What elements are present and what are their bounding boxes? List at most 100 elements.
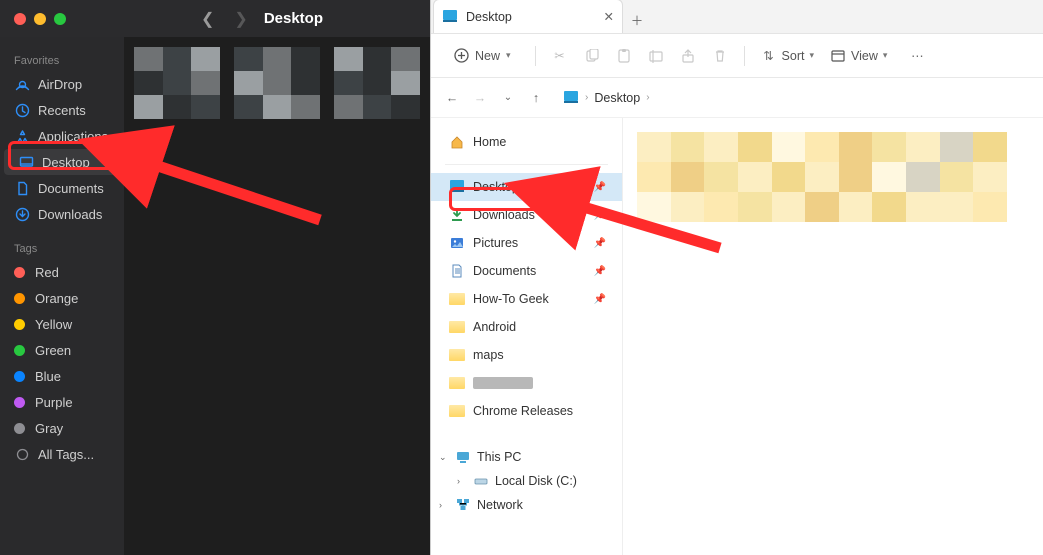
paste-icon[interactable] <box>616 48 632 64</box>
tag-label: Red <box>35 265 59 280</box>
share-icon[interactable] <box>680 48 696 64</box>
mac-sidebar: Favorites AirDropRecentsApplicationsDesk… <box>0 37 124 555</box>
nav-up-button[interactable]: ↑ <box>529 91 543 105</box>
document-icon <box>449 263 465 279</box>
tag-label: All Tags... <box>38 447 94 462</box>
chevron-down-icon: ▾ <box>883 50 888 61</box>
sidebar-item-recents[interactable]: Recents <box>0 97 124 123</box>
minimize-window-button[interactable] <box>34 13 46 25</box>
chevron-right-icon: › <box>457 476 467 486</box>
chevron-down-icon: ⌄ <box>439 452 449 463</box>
address-bar-row: ← → ⌄ ↑ › Desktop › <box>431 78 1043 118</box>
tag-label: Blue <box>35 369 61 384</box>
tag-color-icon <box>14 293 25 304</box>
sidebar-item-home[interactable]: Home <box>431 128 622 156</box>
mac-titlebar: ❮ ❯ Desktop <box>0 0 430 37</box>
file-thumbnail[interactable] <box>234 47 320 119</box>
tag-color-icon <box>14 423 25 434</box>
sidebar-item-desktop[interactable]: Desktop <box>4 149 120 175</box>
sidebar-item-airdrop[interactable]: AirDrop <box>0 71 124 97</box>
sidebar-label: Local Disk (C:) <box>495 474 577 488</box>
tag-item-blue[interactable]: Blue <box>0 363 124 389</box>
nav-forward-button[interactable]: ❯ <box>234 9 247 29</box>
sidebar-item-maps[interactable]: maps <box>431 341 622 369</box>
chevron-right-icon: › <box>646 92 649 103</box>
new-tab-button[interactable]: ＋ <box>623 5 651 33</box>
tag-color-icon <box>14 371 25 382</box>
home-icon <box>449 134 465 150</box>
folder-icon <box>449 375 465 391</box>
tag-item-alltags[interactable]: All Tags... <box>0 441 124 467</box>
pin-icon: 📌 <box>594 182 606 193</box>
pc-icon <box>455 449 471 465</box>
tag-item-yellow[interactable]: Yellow <box>0 311 124 337</box>
view-label: View <box>851 49 878 63</box>
desktop-icon <box>449 179 465 195</box>
tag-item-green[interactable]: Green <box>0 337 124 363</box>
breadcrumb-item[interactable]: Desktop <box>594 91 640 105</box>
close-tab-button[interactable]: ✕ <box>604 9 614 24</box>
pin-icon: 📌 <box>594 210 606 221</box>
nav-recent-button[interactable]: ⌄ <box>501 92 515 103</box>
download-icon <box>14 206 30 222</box>
tag-label: Orange <box>35 291 78 306</box>
new-button[interactable]: New ▾ <box>445 44 519 68</box>
close-window-button[interactable] <box>14 13 26 25</box>
clock-icon <box>14 102 30 118</box>
file-thumbnail[interactable] <box>334 47 420 119</box>
tag-item-orange[interactable]: Orange <box>0 285 124 311</box>
sidebar-label: Chrome Releases <box>473 404 573 418</box>
plus-circle-icon <box>453 48 469 64</box>
view-icon <box>830 48 846 64</box>
folder-icon <box>449 347 465 363</box>
sidebar-item-applications[interactable]: Applications <box>0 123 124 149</box>
sidebar-item-thispc[interactable]: ⌄ This PC <box>431 445 622 469</box>
new-label: New <box>475 49 500 63</box>
nav-forward-button[interactable]: → <box>473 91 487 105</box>
cut-icon[interactable]: ✂ <box>552 48 568 64</box>
maximize-window-button[interactable] <box>54 13 66 25</box>
tags-heading: Tags <box>0 237 124 259</box>
sidebar-item-android[interactable]: Android <box>431 313 622 341</box>
rename-icon[interactable] <box>648 48 664 64</box>
more-button[interactable]: ⋯ <box>909 48 925 64</box>
sidebar-item-downloads[interactable]: Downloads📌 <box>431 201 622 229</box>
sort-label: Sort <box>782 49 805 63</box>
nav-back-button[interactable]: ← <box>445 91 459 105</box>
sidebar-item-localdisk[interactable]: › Local Disk (C:) <box>431 469 622 493</box>
sidebar-item-how-to-geek[interactable]: How-To Geek📌 <box>431 285 622 313</box>
sidebar-item-downloads[interactable]: Downloads <box>0 201 124 227</box>
tag-item-red[interactable]: Red <box>0 259 124 285</box>
sidebar-item-network[interactable]: › Network <box>431 493 622 517</box>
breadcrumb[interactable]: › Desktop › <box>557 84 1029 112</box>
tag-color-icon <box>14 267 25 278</box>
sidebar-item-pictures[interactable]: Pictures📌 <box>431 229 622 257</box>
sidebar-item-chrome-releases[interactable]: Chrome Releases <box>431 397 622 425</box>
win-content-area <box>623 118 1043 555</box>
window-title: Desktop <box>264 10 323 27</box>
nav-back-button[interactable]: ❮ <box>201 9 214 29</box>
delete-icon[interactable] <box>712 48 728 64</box>
sidebar-item-blurred[interactable] <box>431 369 622 397</box>
tag-item-purple[interactable]: Purple <box>0 389 124 415</box>
airdrop-icon <box>14 76 30 92</box>
sidebar-label: Android <box>473 320 516 334</box>
sidebar-label: Desktop <box>473 180 519 194</box>
sidebar-item-documents[interactable]: Documents <box>0 175 124 201</box>
sidebar-label: AirDrop <box>38 77 82 92</box>
file-thumbnail[interactable] <box>637 132 1007 222</box>
sidebar-label: Recents <box>38 103 86 118</box>
chevron-down-icon: ▾ <box>506 50 511 61</box>
sidebar-item-desktop[interactable]: Desktop 📌 <box>431 173 622 201</box>
sort-button[interactable]: ⇅ Sort ▾ <box>761 48 814 64</box>
sidebar-label: Applications <box>38 129 108 144</box>
sidebar-item-documents[interactable]: Documents📌 <box>431 257 622 285</box>
copy-icon[interactable] <box>584 48 600 64</box>
tag-item-gray[interactable]: Gray <box>0 415 124 441</box>
network-icon <box>455 497 471 513</box>
file-thumbnail[interactable] <box>134 47 220 119</box>
tag-color-icon <box>14 319 25 330</box>
tab-desktop[interactable]: Desktop ✕ <box>433 0 623 33</box>
pin-icon: 📌 <box>594 266 606 277</box>
view-button[interactable]: View ▾ <box>830 48 887 64</box>
